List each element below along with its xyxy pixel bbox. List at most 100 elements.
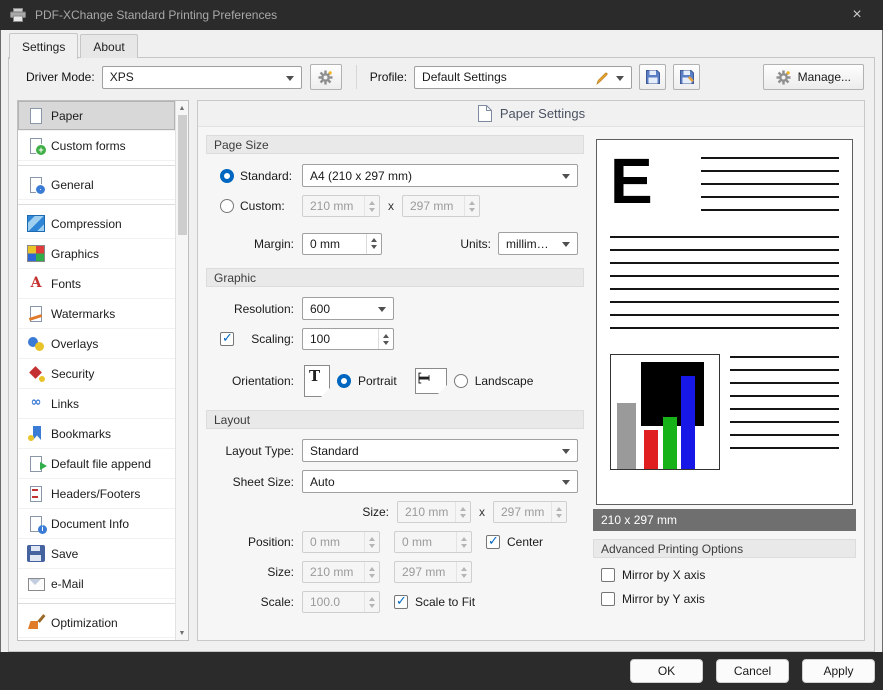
sheet-width-input[interactable]: 210 mm: [397, 501, 471, 523]
page-append-icon: [27, 455, 45, 472]
sidebar-item-save[interactable]: Save: [18, 539, 175, 569]
settings-tab-panel: Driver Mode: XPS Profile: Default Settin…: [8, 57, 875, 652]
image-icon: [27, 245, 45, 262]
cancel-button[interactable]: Cancel: [716, 659, 789, 683]
form-row: Margin: 0 mm Units: millimeter: [220, 232, 584, 255]
sidebar-item-document-info[interactable]: Document Info: [18, 509, 175, 539]
scale-input[interactable]: 100.0: [302, 591, 380, 613]
sidebar-item-compression[interactable]: Compression: [18, 209, 175, 239]
mirror-x-label: Mirror by X axis: [622, 568, 705, 582]
scroll-up-icon[interactable]: ▲: [176, 101, 188, 115]
chevron-down-icon: [562, 174, 570, 179]
standard-label: Standard:: [240, 169, 302, 183]
save-profile-button[interactable]: [639, 64, 666, 90]
sidebar-item-optimization[interactable]: Optimization: [18, 608, 175, 638]
output-height-input[interactable]: 297 mm: [394, 561, 472, 583]
sidebar-item-overlays[interactable]: Overlays: [18, 329, 175, 359]
spinner-up-down[interactable]: [366, 234, 381, 254]
profile-select[interactable]: Default Settings: [414, 66, 632, 89]
scaling-input[interactable]: 100: [302, 328, 394, 350]
gear-icon: [776, 70, 791, 85]
scaling-checkbox[interactable]: [220, 332, 234, 346]
portrait-radio[interactable]: [337, 374, 351, 388]
sidebar-group-separator: [18, 599, 175, 608]
sidebar-item-graphics[interactable]: Graphics: [18, 239, 175, 269]
section-header: Graphic: [206, 268, 584, 287]
window-title: PDF-XChange Standard Printing Preference…: [35, 8, 277, 22]
sidebar-item-bookmarks[interactable]: Bookmarks: [18, 419, 175, 449]
spinner-up-down[interactable]: [364, 562, 379, 582]
spinner-up-down[interactable]: [456, 532, 471, 552]
position-y-input[interactable]: 0 mm: [394, 531, 472, 553]
custom-width-input[interactable]: 210 mm: [302, 195, 380, 217]
chart-bar: [644, 430, 658, 469]
scroll-down-icon[interactable]: ▼: [176, 626, 188, 640]
form-row: Mirror by X axis: [601, 568, 856, 582]
preview-letter: E: [610, 152, 697, 220]
close-button[interactable]: ×: [841, 0, 873, 30]
sidebar-item-email[interactable]: e-Mail: [18, 569, 175, 599]
layout-type-label: Layout Type:: [220, 444, 294, 458]
sheet-height-input[interactable]: 297 mm: [493, 501, 567, 523]
output-width-input[interactable]: 210 mm: [302, 561, 380, 583]
driver-mode-select[interactable]: XPS: [102, 66, 302, 89]
sidebar-item-watermarks[interactable]: Watermarks: [18, 299, 175, 329]
spinner-up-down[interactable]: [551, 502, 566, 522]
resolution-select[interactable]: 600: [302, 297, 394, 320]
spinner-up-down[interactable]: [364, 592, 379, 612]
standard-radio[interactable]: [220, 169, 234, 183]
scrollbar-thumb[interactable]: [178, 115, 187, 235]
sheet-size-select[interactable]: Auto: [302, 470, 578, 493]
spinner-up-down[interactable]: [378, 329, 393, 349]
sidebar-scrollbar[interactable]: ▲ ▼: [175, 101, 188, 640]
paper-settings-panel: Paper Settings Page Size Standard: A4 (2…: [197, 100, 865, 641]
section-title: Advanced Printing Options: [601, 542, 743, 556]
spinner-up-down[interactable]: [456, 562, 471, 582]
center-checkbox[interactable]: [486, 535, 500, 549]
mirror-y-label: Mirror by Y axis: [622, 592, 705, 606]
tab-about[interactable]: About: [80, 34, 137, 58]
chevron-down-icon: [616, 76, 624, 81]
margin-input[interactable]: 0 mm: [302, 233, 382, 255]
scale-to-fit-checkbox[interactable]: [394, 595, 408, 609]
orientation-row: Orientation: Portrait Landscape: [220, 365, 584, 397]
standard-size-select[interactable]: A4 (210 x 297 mm): [302, 164, 578, 187]
mirror-y-checkbox[interactable]: [601, 592, 615, 606]
custom-height-input[interactable]: 297 mm: [402, 195, 480, 217]
apply-button[interactable]: Apply: [802, 659, 875, 683]
ok-button[interactable]: OK: [630, 659, 703, 683]
save-profile-as-button[interactable]: [673, 64, 700, 90]
font-icon: [27, 275, 45, 292]
spinner-up-down[interactable]: [364, 196, 379, 216]
units-select[interactable]: millimeter: [498, 232, 578, 255]
custom-radio[interactable]: [220, 199, 234, 213]
sidebar-item-paper[interactable]: Paper: [18, 101, 175, 131]
sidebar-item-custom-forms[interactable]: Custom forms: [18, 131, 175, 161]
manage-button[interactable]: Manage...: [763, 64, 864, 90]
sidebar-item-links[interactable]: Links: [18, 389, 175, 419]
security-icon: [27, 365, 45, 382]
position-x-input[interactable]: 0 mm: [302, 531, 380, 553]
spinner-up-down[interactable]: [364, 532, 379, 552]
spinner-up-down[interactable]: [455, 502, 470, 522]
form-row: Scale: 100.0 Scale to Fit: [220, 591, 584, 613]
profile-label: Profile:: [370, 70, 407, 84]
mirror-x-checkbox[interactable]: [601, 568, 615, 582]
landscape-radio[interactable]: [454, 374, 468, 388]
output-size-label: Size:: [220, 565, 294, 579]
category-list: Paper Custom forms General Compression G…: [18, 101, 175, 640]
sidebar-item-general[interactable]: General: [18, 170, 175, 200]
x-separator: x: [388, 199, 394, 213]
tab-settings[interactable]: Settings: [9, 33, 78, 59]
layout-type-select[interactable]: Standard: [302, 439, 578, 462]
sidebar-item-headers-footers[interactable]: Headers/Footers: [18, 479, 175, 509]
floppy-icon: [27, 545, 45, 562]
sidebar-item-default-file-append[interactable]: Default file append: [18, 449, 175, 479]
orientation-label: Orientation:: [220, 374, 294, 388]
driver-options-button[interactable]: [310, 64, 342, 90]
layout-section: Layout Layout Type: Standard Sheet Size:…: [206, 410, 584, 613]
overlay-icon: [27, 335, 45, 352]
sidebar-item-security[interactable]: Security: [18, 359, 175, 389]
sidebar-item-fonts[interactable]: Fonts: [18, 269, 175, 299]
spinner-up-down[interactable]: [464, 196, 479, 216]
